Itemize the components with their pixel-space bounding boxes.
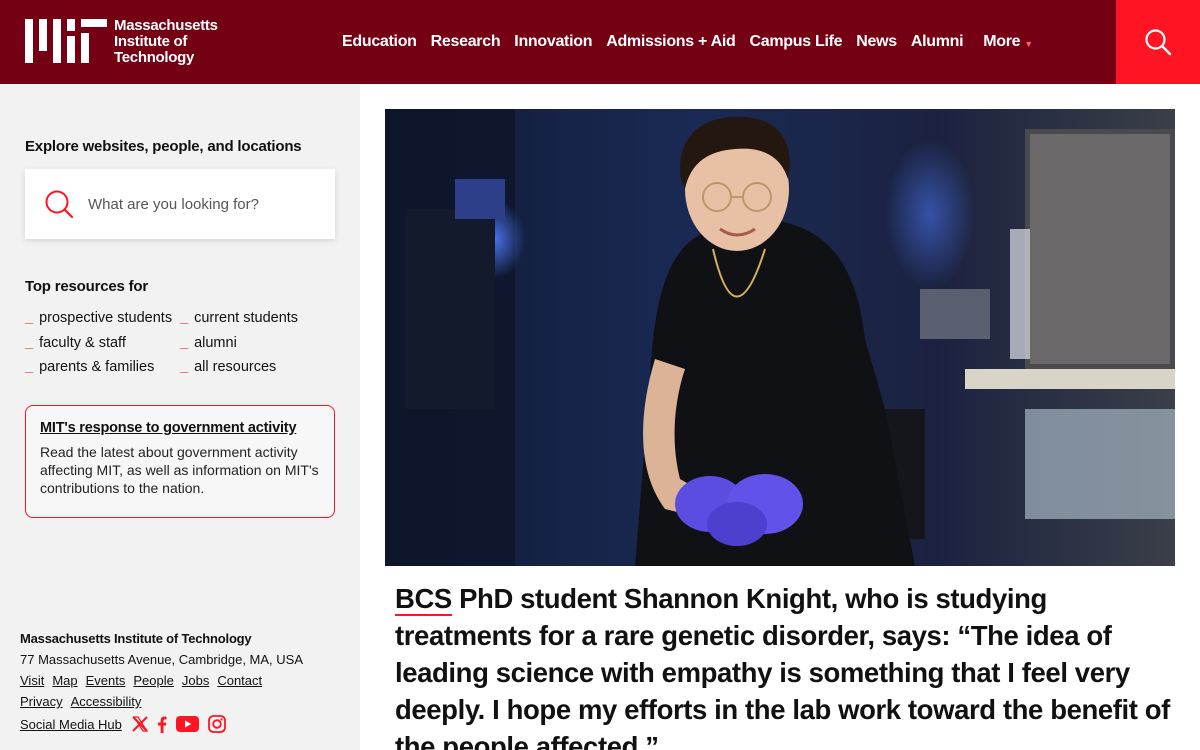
x-icon[interactable] <box>132 716 148 732</box>
footer-links: Visit Map Events People Jobs Contact Pri… <box>20 672 320 714</box>
nav-admissions-aid[interactable]: Admissions + Aid <box>606 33 736 51</box>
chevron-down-icon: ▼ <box>1024 39 1033 49</box>
resources-column-right: _ current students _ alumni _ all resources <box>180 308 298 382</box>
featured-photo-illustration <box>385 109 1175 566</box>
footer-link-privacy[interactable]: Privacy <box>20 693 63 710</box>
resource-label: parents & families <box>39 359 155 375</box>
footer-link-visit[interactable]: Visit <box>20 672 44 689</box>
nav-campus-life[interactable]: Campus Life <box>750 33 843 51</box>
resource-link-faculty-staff[interactable]: _ faculty & staff <box>25 333 172 358</box>
explore-title: Explore websites, people, and locations <box>25 138 302 155</box>
footer-link-people[interactable]: People <box>133 672 173 689</box>
resource-link-all-resources[interactable]: _ all resources <box>180 357 298 382</box>
footer-org-name: Massachusetts Institute of Technology <box>20 631 252 646</box>
sidebar: Explore websites, people, and locations … <box>0 84 360 750</box>
social-media-hub-link[interactable]: Social Media Hub <box>20 717 122 732</box>
footer-link-accessibility[interactable]: Accessibility <box>71 693 142 710</box>
featured-photo <box>385 109 1175 566</box>
facebook-icon[interactable] <box>157 716 167 733</box>
nav-more-label: More <box>983 33 1021 50</box>
government-activity-link[interactable]: MIT's response to government activity <box>40 420 320 436</box>
search-input[interactable] <box>88 195 308 213</box>
nav-research[interactable]: Research <box>431 33 501 51</box>
footer-address: 77 Massachusetts Avenue, Cambridge, MA, … <box>20 652 304 667</box>
resource-label: prospective students <box>39 310 173 326</box>
mit-logo-text: Massachusetts Institute of Technology <box>114 18 218 66</box>
government-activity-text: Read the latest about government activit… <box>40 444 319 496</box>
search-icon <box>1145 29 1172 56</box>
footer-link-map[interactable]: Map <box>52 672 77 689</box>
logo-line: Massachusetts <box>114 17 218 34</box>
resource-link-parents-families[interactable]: _ parents & families <box>25 357 172 382</box>
resource-label: current students <box>194 310 299 326</box>
bcs-link[interactable]: BCS <box>395 583 452 616</box>
site-header: Massachusetts Institute of Technology Ed… <box>0 0 1200 84</box>
youtube-icon[interactable] <box>175 716 199 732</box>
featured-quote: BCS PhD student Shannon Knight, who is s… <box>395 580 1175 750</box>
mit-logo[interactable]: Massachusetts Institute of Technology <box>25 18 230 67</box>
nav-news[interactable]: News <box>856 33 897 51</box>
sidebar-footer: Massachusetts Institute of Technology 77… <box>20 631 350 733</box>
top-resources-title: Top resources for <box>25 278 149 295</box>
search-icon <box>45 190 74 219</box>
footer-link-events[interactable]: Events <box>86 672 126 689</box>
nav-education[interactable]: Education <box>342 33 417 51</box>
logo-line: Technology <box>114 49 195 66</box>
resource-label: all resources <box>194 359 277 375</box>
instagram-icon[interactable] <box>207 715 226 733</box>
mit-logo-mark <box>25 19 107 63</box>
resource-label: faculty & staff <box>39 334 126 351</box>
main-nav: Education Research Innovation Admissions… <box>342 0 1047 84</box>
resource-link-alumni[interactable]: _ alumni <box>180 333 298 358</box>
resource-link-prospective-students[interactable]: _ prospective students <box>25 308 172 333</box>
logo-line: Institute of <box>114 33 188 50</box>
quote-text: PhD student Shannon Knight, who is study… <box>395 583 1170 750</box>
sidebar-search-box[interactable] <box>25 169 335 239</box>
social-links: Social Media Hub <box>20 715 350 733</box>
nav-more-button[interactable]: More ▼ <box>983 33 1033 51</box>
nav-alumni[interactable]: Alumni <box>911 33 964 51</box>
footer-link-jobs[interactable]: Jobs <box>182 672 209 689</box>
resource-link-current-students[interactable]: _ current students <box>180 308 298 333</box>
nav-innovation[interactable]: Innovation <box>514 33 592 51</box>
footer-link-contact[interactable]: Contact <box>217 672 262 689</box>
header-search-button[interactable] <box>1116 0 1200 84</box>
resource-label: alumni <box>194 334 237 351</box>
government-activity-alert: MIT's response to government activity Re… <box>25 405 335 518</box>
resources-column-left: _ prospective students _ faculty & staff _… <box>25 308 172 382</box>
